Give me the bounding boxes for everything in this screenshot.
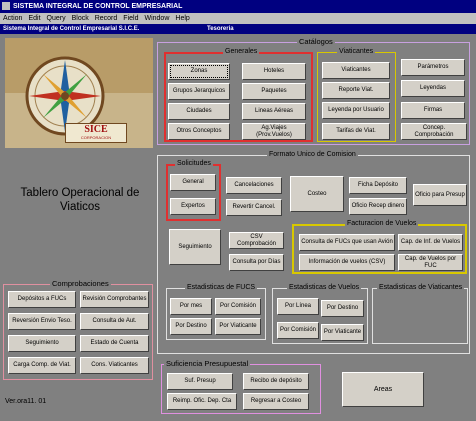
logo: SICE CORPORACION (5, 38, 153, 148)
estado-cuenta-button[interactable]: Estado de Cuenta (80, 335, 149, 352)
seguimiento-formato-button[interactable]: Seguimiento (169, 229, 221, 265)
menu-window[interactable]: Window (144, 15, 169, 22)
menu-query[interactable]: Query (47, 15, 66, 22)
concep-comprobacion-button[interactable]: Concep. Comprobación (401, 123, 467, 140)
solicitudes-title: Solicitudes (175, 160, 213, 168)
banner-form-name: Tesoreria (207, 26, 234, 32)
paquetes-button[interactable]: Paquetes (242, 83, 306, 100)
vuelos-por-viaticante-button[interactable]: Por Viaticante (321, 324, 364, 341)
tarifas-viat-button[interactable]: Tarifas de Viat. (322, 123, 390, 140)
reversion-envio-teso-button[interactable]: Reversión Envio Teso. (8, 313, 76, 330)
facturacion-title: Facturacion de Vuelos (345, 220, 419, 228)
version-label: Ver.ora11. 01 (5, 398, 47, 405)
seguimiento-comprobaciones-button[interactable]: Seguimiento (8, 335, 76, 352)
form-banner: Sistema Integral de Control Empresarial … (0, 24, 476, 34)
leyendas-button[interactable]: Leyendas (401, 80, 465, 97)
zonas-button[interactable]: Zonas (168, 63, 230, 80)
hoteles-button[interactable]: Hoteles (242, 63, 306, 80)
otros-conceptos-button[interactable]: Otros Conceptos (168, 123, 230, 140)
ag-viajes-button[interactable]: Ag.Viajes (Prov.Vuelos) (242, 123, 306, 140)
oficio-recep-dinero-button[interactable]: Oficio Recep dinero (349, 198, 407, 215)
window-title: SISTEMA INTEGRAL DE CONTROL EMPRESARIAL (13, 3, 183, 10)
leyenda-por-usuario-button[interactable]: Leyenda por Usuario (322, 102, 390, 119)
generales-title: Generales (223, 48, 260, 56)
menu-record[interactable]: Record (95, 15, 118, 22)
areas-button[interactable]: Areas (342, 372, 424, 407)
logo-text: SICE (84, 124, 108, 135)
menu-block[interactable]: Block (72, 15, 89, 22)
est-fucs-title: Estadisticas de FUCS (185, 284, 258, 292)
viaticantes-title: Viaticantes (337, 48, 376, 56)
vuelos-por-comision-button[interactable]: Por Comisión (277, 322, 319, 339)
cap-inf-vuelos-button[interactable]: Cap. de Inf. de Vuelos (398, 234, 463, 251)
est-viaticantes-title: Estadisticas de Viaticantes (377, 284, 465, 292)
logo-plate: SICE CORPORACION (65, 123, 127, 143)
revertir-cancel-button[interactable]: Revertir Cancel. (226, 199, 282, 216)
menu-field[interactable]: Field (123, 15, 138, 22)
consulta-por-dias-button[interactable]: Consulta por Días (229, 254, 284, 271)
costeo-button[interactable]: Costeo (290, 176, 344, 212)
cancelaciones-button[interactable]: Cancelaciones (226, 177, 282, 194)
grupos-jerarquicos-button[interactable]: Grupos Jerarquicos (168, 83, 230, 100)
dashboard-title: Tablero Operacional de Viaticos (20, 187, 140, 213)
logo-subtext: CORPORACION (80, 135, 112, 140)
est-viaticantes-frame (372, 288, 468, 344)
menu-edit[interactable]: Edit (28, 15, 40, 22)
revision-comprobantes-button[interactable]: Revisión Comprobantes (80, 291, 149, 308)
comprobaciones-title: Comprobaciones (50, 279, 111, 288)
fucs-por-mes-button[interactable]: Por mes (170, 298, 212, 315)
reimp-ofic-dep-cta-button[interactable]: Reimp. Ofic. Dep. Cta (167, 393, 237, 410)
app-icon (2, 2, 10, 11)
fucs-por-comision-button[interactable]: Por Comisión (215, 298, 261, 315)
regresar-costeo-button[interactable]: Regresar a Costeo (243, 393, 309, 410)
menu-action[interactable]: Action (3, 15, 22, 22)
vuelos-por-linea-button[interactable]: Por Línea (277, 298, 319, 315)
vuelos-por-destino-button[interactable]: Por Destino (321, 300, 364, 317)
viaticantes-button[interactable]: Viaticantes (322, 62, 390, 79)
consulta-fucs-avion-button[interactable]: Consulta de FUCs que usan Avión (299, 234, 395, 251)
suficiencia-title: Suficiencia Presupuestal (164, 359, 251, 368)
formato-title: Formato Unico de Comision (267, 151, 358, 159)
reporte-viat-button[interactable]: Reporte Viat. (322, 82, 390, 99)
parametros-button[interactable]: Parámetros (401, 59, 465, 76)
menu-bar: Action Edit Query Block Record Field Window Hel… (0, 13, 476, 24)
suf-presup-button[interactable]: Suf. Presup (167, 373, 233, 390)
recibo-deposito-button[interactable]: Recibo de depósito (243, 373, 309, 390)
fucs-por-destino-button[interactable]: Por Destino (170, 318, 212, 335)
expertos-button[interactable]: Expertos (170, 198, 216, 215)
lineas-aereas-button[interactable]: Lineas Aéreas (242, 103, 306, 120)
consulta-aut-button[interactable]: Consulta de Aut. (80, 313, 149, 330)
firmas-button[interactable]: Firmas (401, 102, 465, 119)
menu-help[interactable]: Help (175, 15, 189, 22)
banner-app-name: Sistema Integral de Control Empresarial … (3, 26, 140, 32)
carga-comp-viat-button[interactable]: Carga Comp. de Viat. (8, 357, 76, 374)
ficha-deposito-button[interactable]: Ficha Depósito (349, 177, 407, 194)
ciudades-button[interactable]: Ciudades (168, 103, 230, 120)
cons-viaticantes-button[interactable]: Cons. Viaticantes (80, 357, 149, 374)
depositos-fucs-button[interactable]: Depósitos a FUCs (8, 291, 76, 308)
est-vuelos-title: Estadisticas de Vuelos (287, 284, 362, 292)
informacion-vuelos-csv-button[interactable]: Información de vuelos (CSV) (299, 254, 395, 271)
general-button[interactable]: General (170, 174, 216, 191)
window-titlebar: SISTEMA INTEGRAL DE CONTROL EMPRESARIAL (0, 0, 476, 13)
oficio-para-presup-button[interactable]: Oficio para Presup (413, 184, 467, 206)
catalogos-title: Catálogos (297, 37, 335, 46)
cap-vuelos-por-fuc-button[interactable]: Cap. de Vuelos por FUC (398, 254, 463, 271)
csv-comprobacion-button[interactable]: CSV Comprobación (229, 232, 284, 249)
fucs-por-viaticante-button[interactable]: Por Viaticante (215, 318, 261, 335)
